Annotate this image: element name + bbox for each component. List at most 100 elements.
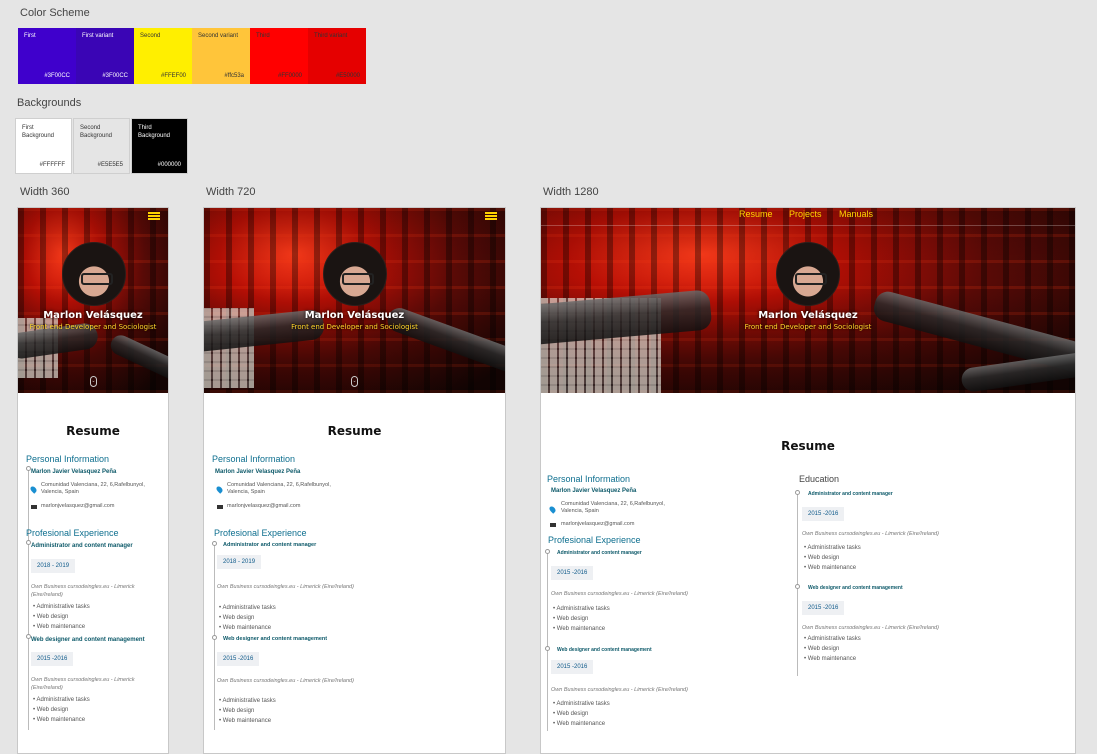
swatch-name: Third xyxy=(256,33,270,39)
task-list: Administrative tasks Web design Web main… xyxy=(553,604,610,634)
job-dates: 2015 -2016 xyxy=(217,652,260,666)
swatch-hex: #3F00CC xyxy=(102,73,128,79)
bg-swatch-hex: #000000 xyxy=(157,162,181,168)
address: Comunidad Valenciana, 22, 6,Rafelbunyol,… xyxy=(227,482,331,496)
nav-divider xyxy=(541,225,1075,226)
list-item: Web maintenance xyxy=(553,719,610,729)
hamburger-icon[interactable] xyxy=(148,212,160,220)
nav-manuals[interactable]: Manuals xyxy=(839,209,873,219)
job-title: Administrator and content manager xyxy=(808,491,893,497)
list-item: Web maintenance xyxy=(219,716,276,726)
job-title: Web designer and content management xyxy=(223,636,328,642)
hero-banner: Marlon Velásquez Front end Developer and… xyxy=(18,208,168,393)
task-list: Administrative tasks Web design Web main… xyxy=(33,602,90,632)
swatch-name: Third variant xyxy=(314,33,348,39)
task-list: Administrative tasks Web design Web main… xyxy=(219,603,276,633)
swatch-first: First #3F00CC xyxy=(18,28,76,84)
mouse-scroll-icon[interactable]: ⌄ xyxy=(351,376,358,387)
job-dates: 2015 -2016 xyxy=(802,601,845,615)
list-item: Web design xyxy=(33,612,90,622)
timeline-dot xyxy=(212,541,217,546)
job-title: Administrator and content manager xyxy=(31,543,133,549)
personal-info-heading: Personal Information xyxy=(547,474,631,484)
hamburger-icon[interactable] xyxy=(485,212,497,220)
hero-name: Marlon Velásquez xyxy=(304,310,405,321)
task-list: Administrative tasks Web design Web main… xyxy=(33,695,90,725)
list-item: Web maintenance xyxy=(219,623,276,633)
swatch-second-variant: Second variant #ffc53a xyxy=(192,28,250,84)
swatch-hex: #FF0000 xyxy=(277,73,302,79)
address-line: Valencia, Spain xyxy=(227,489,265,495)
email[interactable]: marlonjvelasquez@gmail.com xyxy=(41,503,114,510)
job-dates: 2018 - 2019 xyxy=(217,555,262,569)
job-dates: 2015 -2016 xyxy=(31,652,74,666)
hero-name: Marlon Velásquez xyxy=(758,310,858,321)
education-heading: Education xyxy=(799,474,840,484)
address-line: Valencia, Spain xyxy=(561,508,599,514)
hero-role: Front end Developer and Sociologist xyxy=(29,323,157,331)
list-item: Web design xyxy=(804,553,861,563)
timeline-line xyxy=(547,551,548,731)
nav-projects[interactable]: Projects xyxy=(789,209,822,219)
job-company: Own Business cursodeingles.eu - Limerick… xyxy=(31,584,135,598)
email[interactable]: marlonjvelasquez@gmail.com xyxy=(561,521,634,528)
job-company: Own Business cursodeingles.eu - Limerick… xyxy=(802,625,939,631)
timeline-line xyxy=(28,468,29,730)
width-1280-label: Width 1280 xyxy=(543,186,599,198)
mouse-scroll-icon[interactable]: ⌄ xyxy=(90,376,97,387)
list-item: Web design xyxy=(553,614,610,624)
timeline-dot xyxy=(545,646,550,651)
experience-heading: Profesional Experience xyxy=(26,528,119,538)
width-360-label: Width 360 xyxy=(20,186,70,198)
job-company: Own Business cursodeingles.eu - Limerick… xyxy=(802,531,939,537)
list-item: Web maintenance xyxy=(33,715,90,725)
job-title: Web designer and content management xyxy=(557,647,652,653)
swatch-second: Second #FFEF00 xyxy=(134,28,192,84)
bg-swatch-name: First xyxy=(22,125,34,131)
job-dates: 2015 -2016 xyxy=(551,660,594,674)
bg-swatch-hex: #E5E5E5 xyxy=(97,162,123,168)
width-720-label: Width 720 xyxy=(206,186,256,198)
list-item: Web maintenance xyxy=(553,624,610,634)
bg-swatch-name: Third xyxy=(138,125,152,131)
swatch-name: Second xyxy=(140,33,161,39)
location-pin-icon xyxy=(215,485,224,494)
swatch-name: First variant xyxy=(82,33,114,39)
list-item: Administrative tasks xyxy=(553,699,609,709)
nav-resume[interactable]: Resume xyxy=(739,209,773,219)
bg-swatch-name: Background xyxy=(138,133,171,139)
envelope-icon xyxy=(31,505,37,509)
job-title: Administrator and content manager xyxy=(223,542,317,548)
avatar xyxy=(62,242,126,306)
list-item: Administrative tasks xyxy=(553,604,609,614)
list-item: Administrative tasks xyxy=(219,603,275,613)
list-item: Web design xyxy=(804,644,861,654)
bg-swatch-third: Third Background #000000 xyxy=(131,118,188,174)
personal-info-heading: Personal Information xyxy=(26,454,110,464)
swatch-hex: #FFEF00 xyxy=(160,73,186,79)
experience-heading: Profesional Experience xyxy=(214,528,307,538)
full-name: Marlon Javier Velasquez Peña xyxy=(215,469,301,475)
swatch-hex: #3F00CC xyxy=(44,73,70,79)
email[interactable]: marlonjvelasquez@gmail.com xyxy=(227,503,300,510)
mockup-1280: Resume Projects Manuals Marlon Velásquez… xyxy=(540,207,1076,754)
hero-banner: Marlon Velásquez Front end Developer and… xyxy=(204,208,505,393)
swatch-third-variant: Third variant #E50000 xyxy=(308,28,366,84)
list-item: Web design xyxy=(553,709,610,719)
job-company: Own Business cursodeingles.eu - Limerick… xyxy=(551,591,688,597)
swatch-name: First xyxy=(24,33,36,39)
hero-name: Marlon Velásquez xyxy=(43,310,143,321)
hero-banner: Resume Projects Manuals Marlon Velásquez… xyxy=(541,208,1075,393)
list-item: Web design xyxy=(219,706,276,716)
address-line: Comunidad Valenciana, 22, 6,Rafelbunyol, xyxy=(561,501,665,507)
address-line: Comunidad Valenciana, 22, 6,Rafelbunyol, xyxy=(41,482,145,488)
task-list: Administrative tasks Web design Web main… xyxy=(219,696,276,726)
list-item: Administrative tasks xyxy=(219,696,275,706)
job-company: Own Business cursodeingles.eu - Limerick… xyxy=(31,677,135,691)
avatar xyxy=(323,242,387,306)
job-company: Own Business cursodeingles.eu - Limerick… xyxy=(217,678,354,684)
job-company: Own Business cursodeingles.eu - Limerick… xyxy=(551,687,688,693)
list-item: Web design xyxy=(33,705,90,715)
job-dates: 2015 -2016 xyxy=(802,507,845,521)
timeline-dot xyxy=(795,490,800,495)
